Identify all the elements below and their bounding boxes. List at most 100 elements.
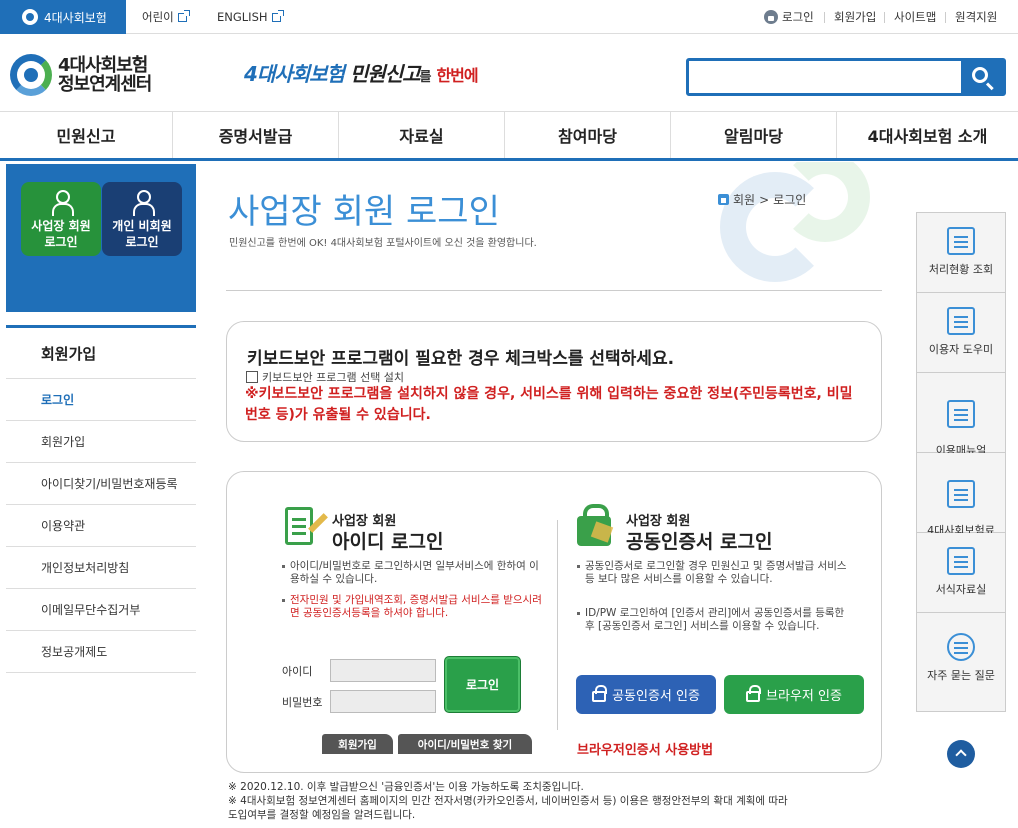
link-english-label: ENGLISH [217, 10, 268, 24]
nav-about[interactable]: 4대사회보험 소개 [837, 112, 1018, 158]
id-login-bullet-1: 아이디/비밀번호로 로그인하시면 일부서비스에 한하여 이용하실 수 있습니다. [282, 560, 542, 586]
slogan-part-d: 한번에 [436, 66, 478, 85]
link-sitemap-label: 사이트맵 [894, 10, 937, 24]
cert-login-bullet-2: ID/PW 로그인하여 [인증서 관리]에서 공동인증서를 등록한 후 [공동인… [577, 607, 847, 633]
sidebar-title: 회원가입 [6, 329, 196, 379]
sidebar-item-privacy[interactable]: 개인정보처리방침 [6, 547, 196, 589]
sidebar-item-email-refusal[interactable]: 이메일무단수집거부 [6, 589, 196, 631]
divider [824, 12, 825, 23]
join-button[interactable]: 회원가입 [322, 734, 393, 754]
login-panel: 사업장 회원 아이디 로그인 아이디/비밀번호로 로그인하시면 일부서비스에 한… [226, 471, 882, 773]
site-logo[interactable]: 4대사회보험 정보연계센터 [10, 54, 152, 96]
sidebar-divider [6, 325, 196, 328]
scroll-top-button[interactable] [947, 740, 975, 768]
id-label: 아이디 [282, 665, 313, 678]
logo-mark-icon [10, 54, 52, 96]
link-kids[interactable]: 어린이 [142, 0, 190, 34]
document-list-icon [947, 547, 975, 575]
quick-label: 자주 묻는 질문 [927, 669, 995, 682]
find-id-password-button[interactable]: 아이디/비밀번호 찾기 [398, 734, 532, 754]
link-login-label: 로그인 [782, 10, 814, 24]
quick-status-inquiry[interactable]: 처리현황 조회 [917, 213, 1005, 293]
footnote-2: ※ 4대사회보험 정보연계센터 홈페이지의 민간 전자서명(카카오인증서, 네이… [228, 795, 788, 807]
password-input[interactable] [330, 690, 436, 713]
nav-archive[interactable]: 자료실 [339, 112, 505, 158]
quick-label: 처리현황 조회 [928, 263, 994, 276]
link-sitemap[interactable]: 사이트맵 [894, 0, 936, 34]
divider [884, 12, 885, 23]
business-btn-line1: 사업장 회원 [31, 219, 91, 233]
business-btn-line2: 로그인 [44, 235, 78, 249]
personal-guest-login-button[interactable]: 개인 비회원 로그인 [102, 182, 182, 256]
search-box [686, 58, 1006, 96]
quick-manual[interactable]: 이용매뉴얼 (e-book) [917, 373, 1005, 470]
search-button[interactable] [961, 61, 1003, 93]
slogan-part-a: 4대사회보험 [244, 62, 345, 86]
watermark-logo [720, 162, 880, 282]
site-logo-icon [22, 9, 38, 25]
divider [945, 12, 946, 23]
sidebar-item-terms[interactable]: 이용약관 [6, 505, 196, 547]
keyboard-security-notice: 키보드보안 프로그램이 필요한 경우 체크박스를 선택하세요. 키보드보안 프로… [226, 321, 882, 442]
nav-certificate[interactable]: 증명서발급 [173, 112, 339, 158]
id-input[interactable] [330, 659, 436, 682]
person-icon [131, 190, 155, 216]
footnote-1: ※ 2020.12.10. 이후 발급받으신 '금융인증서'는 이용 가능하도록… [228, 781, 584, 793]
clipboard-search-icon [947, 227, 975, 255]
page-title: 사업장 회원 로그인 [228, 192, 500, 232]
nav-complaint[interactable]: 민원신고 [0, 112, 173, 158]
page-description: 민원신고를 한번에 OK! 4대사회보험 포털사이트에 오신 것을 환영합니다. [229, 238, 537, 249]
keyboard-security-checkbox[interactable]: 키보드보안 프로그램 선택 설치 [246, 369, 404, 385]
link-remote-support[interactable]: 원격지원 [955, 0, 997, 34]
quick-premium-calculator[interactable]: 4대사회보험료 계산기 [917, 453, 1005, 550]
breadcrumb: 회원 > 로그인 [718, 191, 806, 208]
quick-faq[interactable]: 자주 묻는 질문 [917, 613, 1005, 711]
slogan-part-c: 를 [419, 70, 432, 85]
breadcrumb-separator: > [759, 192, 770, 207]
login-button[interactable]: 로그인 [444, 656, 521, 713]
quick-label: 서식자료실 [935, 583, 987, 596]
site-tab-label: 4대사회보험 [44, 10, 107, 25]
link-login[interactable]: 로그인 [764, 0, 814, 34]
checkbox[interactable] [246, 371, 258, 383]
title-divider [226, 290, 882, 291]
nav-participation[interactable]: 참여마당 [505, 112, 671, 158]
section-divider [557, 520, 558, 730]
link-kids-label: 어린이 [142, 10, 174, 24]
lock-icon [764, 10, 778, 24]
quick-form-library[interactable]: 서식자료실 [917, 533, 1005, 613]
search-input[interactable] [689, 61, 965, 93]
cert-login-bullet-1: 공동인증서로 로그인할 경우 민원신고 및 증명서발급 서비스 등 보다 많은 … [577, 560, 847, 586]
notice-warning: ※키보드보안 프로그램을 설치하지 않을 경우, 서비스를 위해 입력하는 중요… [245, 386, 853, 423]
business-member-login-button[interactable]: 사업장 회원 로그인 [21, 182, 101, 256]
joint-certificate-auth-button[interactable]: 공동인증서 인증 [576, 675, 716, 714]
main-navigation: 민원신고 증명서발급 자료실 참여마당 알림마당 4대사회보험 소개 [0, 111, 1018, 161]
sidebar-item-join[interactable]: 회원가입 [6, 421, 196, 463]
link-join[interactable]: 회원가입 [834, 0, 876, 34]
external-link-icon [271, 9, 284, 22]
calculator-icon [947, 480, 975, 508]
logo-line1: 4대사회보험 [58, 55, 148, 76]
logo-text: 4대사회보험 정보연계센터 [58, 55, 152, 94]
personal-btn-line2: 로그인 [125, 235, 159, 249]
id-login-title: 아이디 로그인 [332, 531, 444, 553]
slogan-part-b: 민원신고 [349, 62, 421, 86]
sidebar-item-find-id[interactable]: 아이디찾기/비밀번호재등록 [6, 463, 196, 505]
quick-user-helper[interactable]: 이용자 도우미 [917, 293, 1005, 373]
id-login-bullet-2: 전자민원 및 가입내역조회, 증명서발급 서비스를 받으시려면 공동인증서등록을… [282, 594, 542, 620]
personal-btn-line1: 개인 비회원 [112, 219, 172, 233]
breadcrumb-home[interactable]: 회원 [733, 191, 755, 208]
lock-icon [746, 685, 762, 702]
monitor-help-icon [947, 307, 975, 335]
nav-notice[interactable]: 알림마당 [671, 112, 837, 158]
browser-cert-howto-link[interactable]: 브라우저인증서 사용방법 [577, 739, 713, 758]
header-slogan: 4대사회보험 민원신고를 한번에 [244, 58, 479, 87]
browser-certificate-auth-button[interactable]: 브라우저 인증 [724, 675, 864, 714]
browser-button-label: 브라우저 인증 [766, 689, 842, 704]
site-tab-4insurance[interactable]: 4대사회보험 [0, 0, 126, 34]
sidebar-item-login[interactable]: 로그인 [6, 379, 196, 421]
notice-heading: 키보드보안 프로그램이 필요한 경우 체크박스를 선택하세요. [247, 349, 675, 369]
sidebar-item-disclosure[interactable]: 정보공개제도 [6, 631, 196, 673]
link-english[interactable]: ENGLISH [217, 0, 284, 34]
book-pen-icon [947, 400, 975, 428]
